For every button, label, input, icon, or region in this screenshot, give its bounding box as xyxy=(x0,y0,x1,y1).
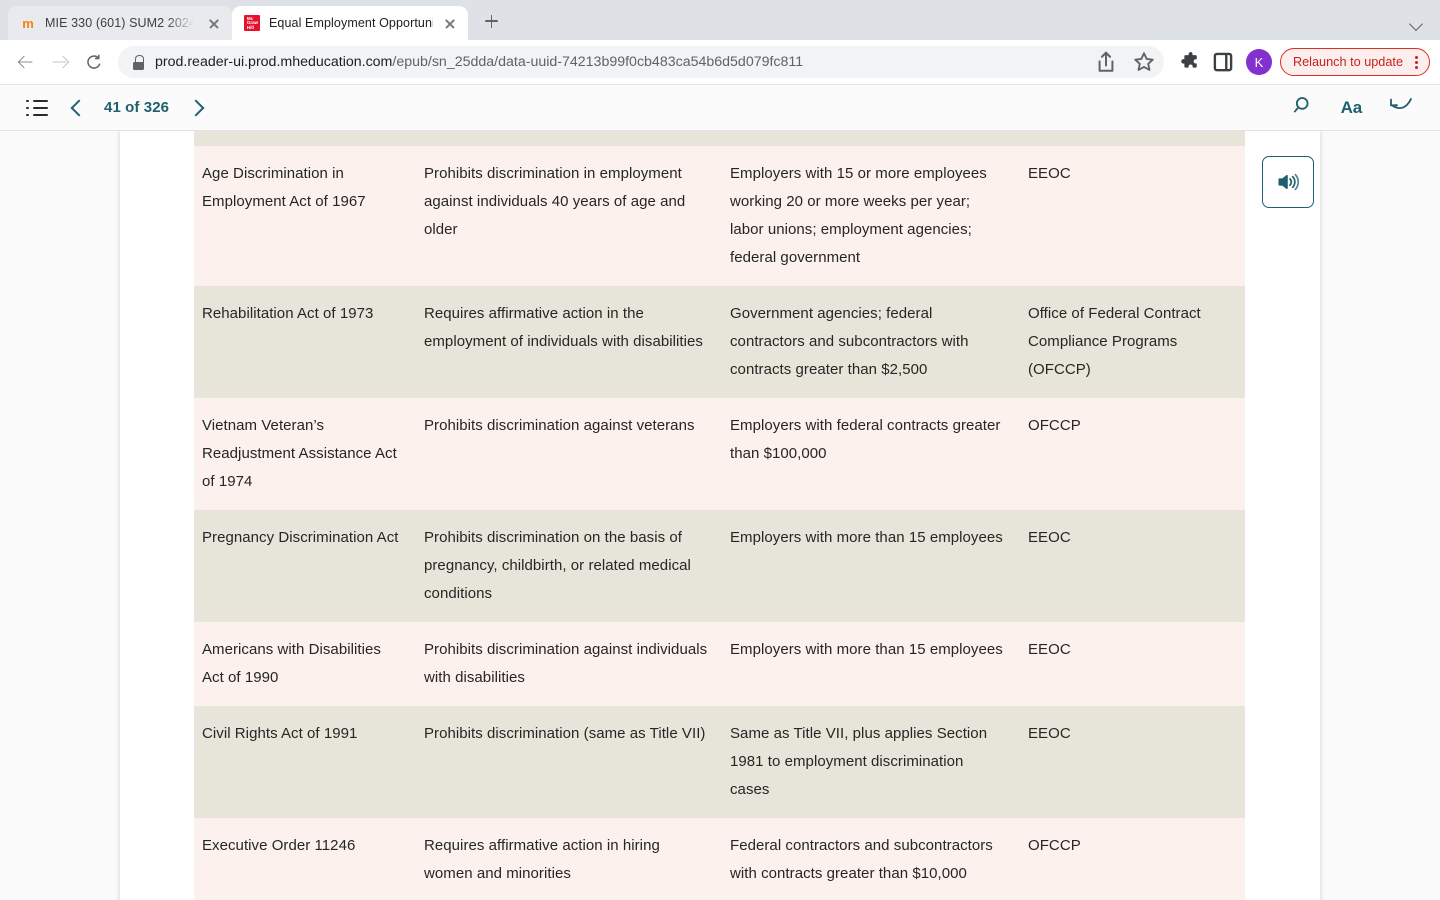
cell-coverage: Employers with 15 or more employees work… xyxy=(722,146,1020,286)
reader-toolbar-right: Aa xyxy=(1291,93,1414,122)
browser-tab-moodle[interactable]: m MIE 330 (601) SUM2 2024: Act xyxy=(8,6,232,40)
side-panel-button[interactable] xyxy=(1208,47,1238,77)
table-row: Vietnam Veteran’s Readjustment Assistanc… xyxy=(194,398,1245,510)
cell-coverage: Government agencies; federal contractors… xyxy=(722,286,1020,398)
browser-toolbar: prod.reader-ui.prod.mheducation.com/epub… xyxy=(0,40,1440,85)
cell-description: Requires affirmative action in the emplo… xyxy=(416,286,722,398)
reader-toolbar: 41 of 326 Aa xyxy=(0,85,1440,131)
cell-agency: Office of Federal Contract Compliance Pr… xyxy=(1020,286,1245,398)
next-page-button[interactable] xyxy=(187,98,207,118)
back-button[interactable] xyxy=(10,46,42,78)
star-icon[interactable] xyxy=(1130,48,1158,76)
new-tab-button[interactable] xyxy=(474,4,508,38)
cell-description: Prohibits discrimination (same as Title … xyxy=(416,706,722,818)
cell-description: Prohibits discrimination in employment a… xyxy=(416,146,722,286)
back-button[interactable] xyxy=(1388,94,1414,121)
cell-agency: OFCCP xyxy=(1020,398,1245,510)
browser-window: m MIE 330 (601) SUM2 2024: Act McGrawHil… xyxy=(0,0,1440,900)
cell-agency: OFCCP xyxy=(1020,818,1245,900)
reader-toolbar-left: 41 of 326 xyxy=(26,98,207,118)
cell-agency xyxy=(1020,131,1245,146)
cell-description: Prohibits discrimination against veteran… xyxy=(416,398,722,510)
extensions-button[interactable] xyxy=(1174,47,1204,77)
page-content: labor unions; and employment agencies Ag… xyxy=(120,131,1320,900)
forward-button[interactable] xyxy=(44,46,76,78)
side-panel-icon xyxy=(1213,52,1233,72)
lock-icon xyxy=(132,55,145,70)
text-settings-button[interactable]: Aa xyxy=(1341,98,1363,118)
moodle-icon: m xyxy=(22,15,34,31)
cell-description: Prohibits discrimination on the basis of… xyxy=(416,510,722,622)
cell-agency: EEOC xyxy=(1020,146,1245,286)
table-row: Age Discrimination in Employment Act of … xyxy=(194,146,1245,286)
cell-law: Age Discrimination in Employment Act of … xyxy=(194,146,416,286)
reload-button[interactable] xyxy=(78,46,110,78)
tab-search-chevron-down-icon[interactable] xyxy=(1404,10,1430,36)
cell-agency: EEOC xyxy=(1020,510,1245,622)
cell-coverage: labor unions; and employment agencies xyxy=(722,131,1020,146)
forward-arrow-icon xyxy=(52,55,68,70)
table-row: Executive Order 11246 Requires affirmati… xyxy=(194,818,1245,900)
share-icon[interactable] xyxy=(1092,48,1120,76)
search-button[interactable] xyxy=(1291,93,1315,122)
tab-strip-actions xyxy=(1404,10,1440,40)
speaker-icon xyxy=(1278,173,1300,191)
puzzle-piece-icon xyxy=(1181,52,1197,68)
close-icon[interactable] xyxy=(442,15,458,31)
page-indicator: 41 of 326 xyxy=(104,99,170,116)
cell-description xyxy=(416,131,722,146)
table-of-contents-icon[interactable] xyxy=(26,99,48,117)
tab-title: MIE 330 (601) SUM2 2024: Act xyxy=(45,16,197,30)
browser-tab-equal-employment-opportunity[interactable]: Mc Graw Hill Equal Employment Opportunity xyxy=(232,6,468,40)
cell-law: Rehabilitation Act of 1973 xyxy=(194,286,416,398)
url-path: /epub/sn_25dda/data-uuid-74213b99f0cb483… xyxy=(392,54,804,70)
url-domain: prod.reader-ui.prod.mheducation.com xyxy=(155,54,393,70)
table-row: Americans with Disabilities Act of 1990 … xyxy=(194,622,1245,706)
epub-page: labor unions; and employment agencies Ag… xyxy=(120,131,1320,900)
cell-law xyxy=(194,131,416,146)
cell-coverage: Employers with more than 15 employees xyxy=(722,622,1020,706)
url-text: prod.reader-ui.prod.mheducation.com/epub… xyxy=(155,54,1082,70)
tab-title: Equal Employment Opportunity xyxy=(269,16,433,30)
cell-agency: EEOC xyxy=(1020,622,1245,706)
close-icon[interactable] xyxy=(206,15,222,31)
cell-law: Executive Order 11246 xyxy=(194,818,416,900)
cell-description: Requires affirmative action in hiring wo… xyxy=(416,818,722,900)
cell-law: Americans with Disabilities Act of 1990 xyxy=(194,622,416,706)
table-row: Rehabilitation Act of 1973 Requires affi… xyxy=(194,286,1245,398)
cell-law: Vietnam Veteran’s Readjustment Assistanc… xyxy=(194,398,416,510)
tab-strip: m MIE 330 (601) SUM2 2024: Act McGrawHil… xyxy=(0,0,1440,40)
kebab-menu-icon[interactable] xyxy=(1407,53,1425,71)
cell-coverage: Federal contractors and subcontractors w… xyxy=(722,818,1020,900)
cell-law: Pregnancy Discrimination Act xyxy=(194,510,416,622)
table-row-partial-top: labor unions; and employment agencies xyxy=(194,131,1245,146)
cell-coverage: Employers with federal contracts greater… xyxy=(722,398,1020,510)
mcgraw-hill-icon: Mc Graw Hill xyxy=(244,15,260,31)
relaunch-to-update-button[interactable]: Relaunch to update xyxy=(1279,48,1430,76)
reader-viewport[interactable]: labor unions; and employment agencies Ag… xyxy=(0,131,1440,900)
address-bar[interactable]: prod.reader-ui.prod.mheducation.com/epub… xyxy=(118,46,1164,78)
reload-icon xyxy=(87,54,101,69)
back-arrow-icon xyxy=(18,55,34,70)
table-row: Civil Rights Act of 1991 Prohibits discr… xyxy=(194,706,1245,818)
read-aloud-button[interactable] xyxy=(1262,156,1314,208)
search-icon xyxy=(1293,97,1309,113)
cell-law: Civil Rights Act of 1991 xyxy=(194,706,416,818)
cell-description: Prohibits discrimination against individ… xyxy=(416,622,722,706)
cell-coverage: Same as Title VII, plus applies Section … xyxy=(722,706,1020,818)
cell-agency: EEOC xyxy=(1020,706,1245,818)
relaunch-label: Relaunch to update xyxy=(1292,55,1403,69)
cell-coverage: Employers with more than 15 employees xyxy=(722,510,1020,622)
previous-page-button[interactable] xyxy=(66,98,86,118)
eeo-laws-table: labor unions; and employment agencies Ag… xyxy=(194,131,1245,900)
back-arrow-icon xyxy=(1390,98,1412,109)
table-row: Pregnancy Discrimination Act Prohibits d… xyxy=(194,510,1245,622)
avatar[interactable]: K xyxy=(1245,49,1272,75)
